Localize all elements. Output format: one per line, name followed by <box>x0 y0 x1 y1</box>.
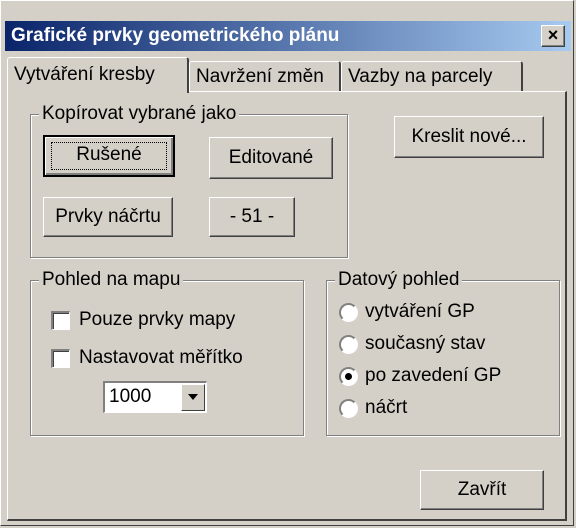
tab-vazby-na-parcely[interactable]: Vazby na parcely <box>341 61 523 91</box>
map-group: Pohled na mapu Pouze prvky mapy Nastavov… <box>30 269 304 436</box>
window-title: Grafické prvky geometrického plánu <box>11 25 340 46</box>
focus-rect <box>51 142 167 170</box>
set-scale-checkbox[interactable] <box>51 349 70 368</box>
radio-nacrt[interactable] <box>339 399 358 418</box>
editovane-button[interactable]: Editované <box>209 137 333 179</box>
kreslit-nove-button[interactable]: Kreslit nové... <box>394 116 544 158</box>
radio-label-nacrt[interactable]: náčrt <box>365 397 407 419</box>
tab-vytvareni-kresby[interactable]: Vytváření kresby <box>7 57 189 93</box>
radio-selected-dot <box>345 373 352 380</box>
map-group-label: Pohled na mapu <box>39 269 184 291</box>
number-button[interactable]: - 51 - <box>209 197 295 237</box>
radio-soucasny-stav[interactable] <box>339 335 358 354</box>
dropdown-button[interactable] <box>181 384 205 411</box>
radio-vytvareni-gp[interactable] <box>339 303 358 322</box>
chevron-down-icon <box>188 394 198 400</box>
title-bar[interactable]: Grafické prvky geometrického plánu × <box>5 21 571 51</box>
dialog-window: Grafické prvky geometrického plánu × Vyt… <box>0 0 574 526</box>
close-button[interactable]: Zavřít <box>420 470 544 510</box>
data-view-group: Datový pohled vytváření GP současný stav… <box>326 269 560 436</box>
scale-select[interactable]: 1000 <box>103 381 207 413</box>
tab-strip: Vytváření kresby Navržení změn Vazby na … <box>7 57 567 93</box>
radio-po-zavedeni-gp[interactable] <box>339 367 358 386</box>
close-icon[interactable]: × <box>541 25 565 47</box>
radio-label-soucasny-stav[interactable]: současný stav <box>365 333 485 355</box>
set-scale-label[interactable]: Nastavovat měřítko <box>79 347 243 369</box>
copy-group-label: Kopírovat vybrané jako <box>39 103 240 125</box>
tab-panel: Kopírovat vybrané jako Rušené Editované … <box>7 91 567 521</box>
data-view-group-label: Datový pohled <box>335 269 463 291</box>
prvky-nacrtu-button[interactable]: Prvky náčrtu <box>43 197 173 237</box>
copy-group: Kopírovat vybrané jako Rušené Editované … <box>30 103 348 258</box>
scale-select-value: 1000 <box>109 386 152 407</box>
only-map-label[interactable]: Pouze prvky mapy <box>79 309 235 331</box>
radio-label-po-zavedeni-gp[interactable]: po zavedení GP <box>365 365 501 387</box>
tab-navrzeni-zmen[interactable]: Navržení změn <box>189 61 341 91</box>
only-map-checkbox[interactable] <box>51 311 70 330</box>
rusene-button[interactable]: Rušené <box>43 135 175 177</box>
radio-label-vytvareni-gp[interactable]: vytváření GP <box>365 301 475 323</box>
